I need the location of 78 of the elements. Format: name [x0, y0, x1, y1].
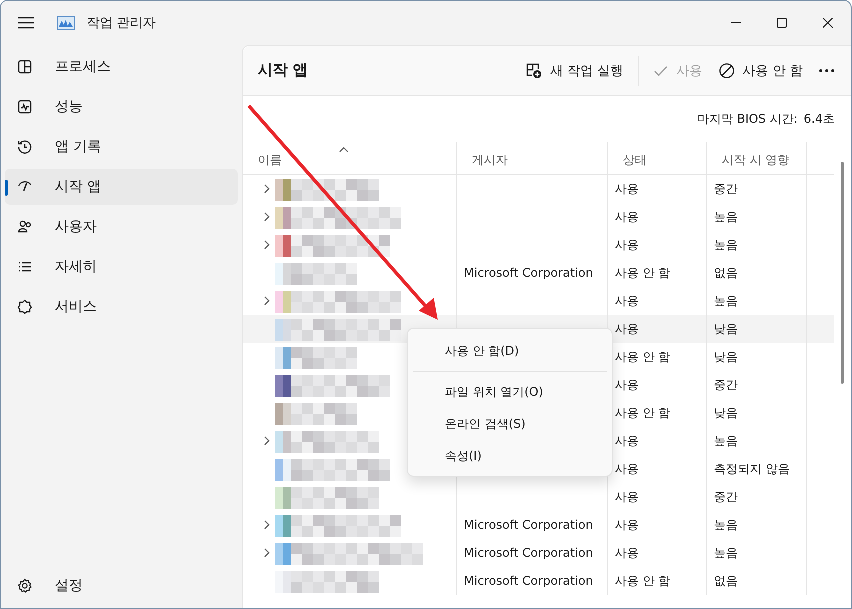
users-icon [17, 219, 33, 235]
new-task-icon [526, 62, 542, 78]
menu-item[interactable]: 파일 위치 열기(O) [408, 376, 612, 408]
bios-time-label: 마지막 BIOS 시간: [697, 110, 798, 128]
sidebar-item[interactable]: 서비스 [5, 289, 238, 325]
menu-item[interactable]: 사용 안 함(D) [408, 335, 612, 367]
sidebar-item[interactable]: 사용자 [5, 209, 238, 245]
status-cell: 사용 [615, 236, 639, 254]
impact-cell: 중간 [714, 488, 738, 506]
sidebar-item[interactable]: 프로세스 [5, 49, 238, 85]
impact-cell: 낮음 [714, 404, 738, 422]
table-row[interactable]: Microsoft Corporation 사용 높음 [243, 539, 834, 567]
toolbar-button[interactable]: 사용 안 함 [710, 54, 811, 86]
status-cell: 사용 안 함 [615, 572, 671, 590]
maximize-icon [777, 18, 787, 28]
column-header[interactable]: 시작 시 영향 [707, 142, 807, 174]
block-icon [718, 62, 735, 78]
sidebar-item[interactable]: 자세히 [5, 249, 238, 285]
table-row[interactable]: Microsoft Corporation 사용 안 함 없음 [243, 259, 834, 287]
impact-cell: 없음 [714, 572, 738, 590]
impact-cell: 없음 [714, 264, 738, 282]
status-cell: 사용 [615, 516, 639, 534]
processes-icon [17, 59, 33, 75]
status-cell: 사용 [615, 376, 639, 394]
sort-icon [339, 147, 349, 153]
status-cell: 사용 안 함 [615, 264, 671, 282]
impact-cell: 높음 [714, 544, 738, 562]
impact-cell: 낮음 [714, 320, 738, 338]
close-icon [823, 18, 833, 28]
sidebar-item[interactable]: 성능 [5, 89, 238, 125]
more-icon [819, 68, 835, 72]
table-row[interactable]: 사용 높음 [243, 203, 834, 231]
settings-item[interactable]: 설정 [5, 568, 238, 604]
table-row[interactable]: Microsoft Corporation 사용 안 함 없음 [243, 567, 834, 595]
history-icon [17, 139, 33, 155]
impact-cell: 높음 [714, 516, 738, 534]
impact-cell: 중간 [714, 376, 738, 394]
impact-cell: 높음 [714, 292, 738, 310]
column-header[interactable]: 이름 [243, 142, 457, 174]
table-row[interactable]: Microsoft Corporation 사용 높음 [243, 511, 834, 539]
column-header[interactable]: 상태 [608, 142, 707, 174]
publisher-cell: Microsoft Corporation [464, 518, 594, 532]
table-row[interactable]: 사용 중간 [243, 175, 834, 203]
services-icon [17, 299, 33, 315]
menu-item[interactable]: 온라인 검색(S) [408, 408, 612, 440]
status-cell: 사용 [615, 460, 639, 478]
app-icon [57, 16, 75, 30]
page-title: 시작 앱 [258, 61, 308, 80]
settings-icon [17, 578, 33, 594]
status-cell: 사용 [615, 320, 639, 338]
performance-icon [17, 99, 33, 115]
status-cell: 사용 [615, 180, 639, 198]
publisher-cell: Microsoft Corporation [464, 574, 594, 588]
impact-cell: 높음 [714, 208, 738, 226]
table-row[interactable]: 사용 중간 [243, 483, 834, 511]
menu-icon[interactable] [17, 16, 35, 30]
impact-cell: 높음 [714, 432, 738, 450]
bios-time-value: 6.4초 [804, 110, 835, 128]
status-cell: 사용 [615, 488, 639, 506]
sidebar-item[interactable]: 앱 기록 [5, 129, 238, 165]
status-cell: 사용 안 함 [615, 404, 671, 422]
status-cell: 사용 [615, 432, 639, 450]
toolbar-button[interactable]: 새 작업 실행 [518, 54, 632, 86]
sidebar-item[interactable]: 시작 앱 [5, 169, 238, 205]
publisher-cell: Microsoft Corporation [464, 546, 594, 560]
impact-cell: 중간 [714, 180, 738, 198]
menu-item[interactable]: 속성(I) [408, 440, 612, 472]
status-cell: 사용 [615, 292, 639, 310]
status-cell: 사용 [615, 544, 639, 562]
status-cell: 사용 안 함 [615, 348, 671, 366]
table-row[interactable]: 사용 높음 [243, 231, 834, 259]
impact-cell: 낮음 [714, 348, 738, 366]
status-cell: 사용 [615, 208, 639, 226]
impact-cell: 측정되지 않음 [714, 460, 790, 478]
window-title: 작업 관리자 [87, 15, 156, 32]
impact-cell: 높음 [714, 236, 738, 254]
publisher-cell: Microsoft Corporation [464, 266, 594, 280]
column-header[interactable]: 게시자 [457, 142, 608, 174]
